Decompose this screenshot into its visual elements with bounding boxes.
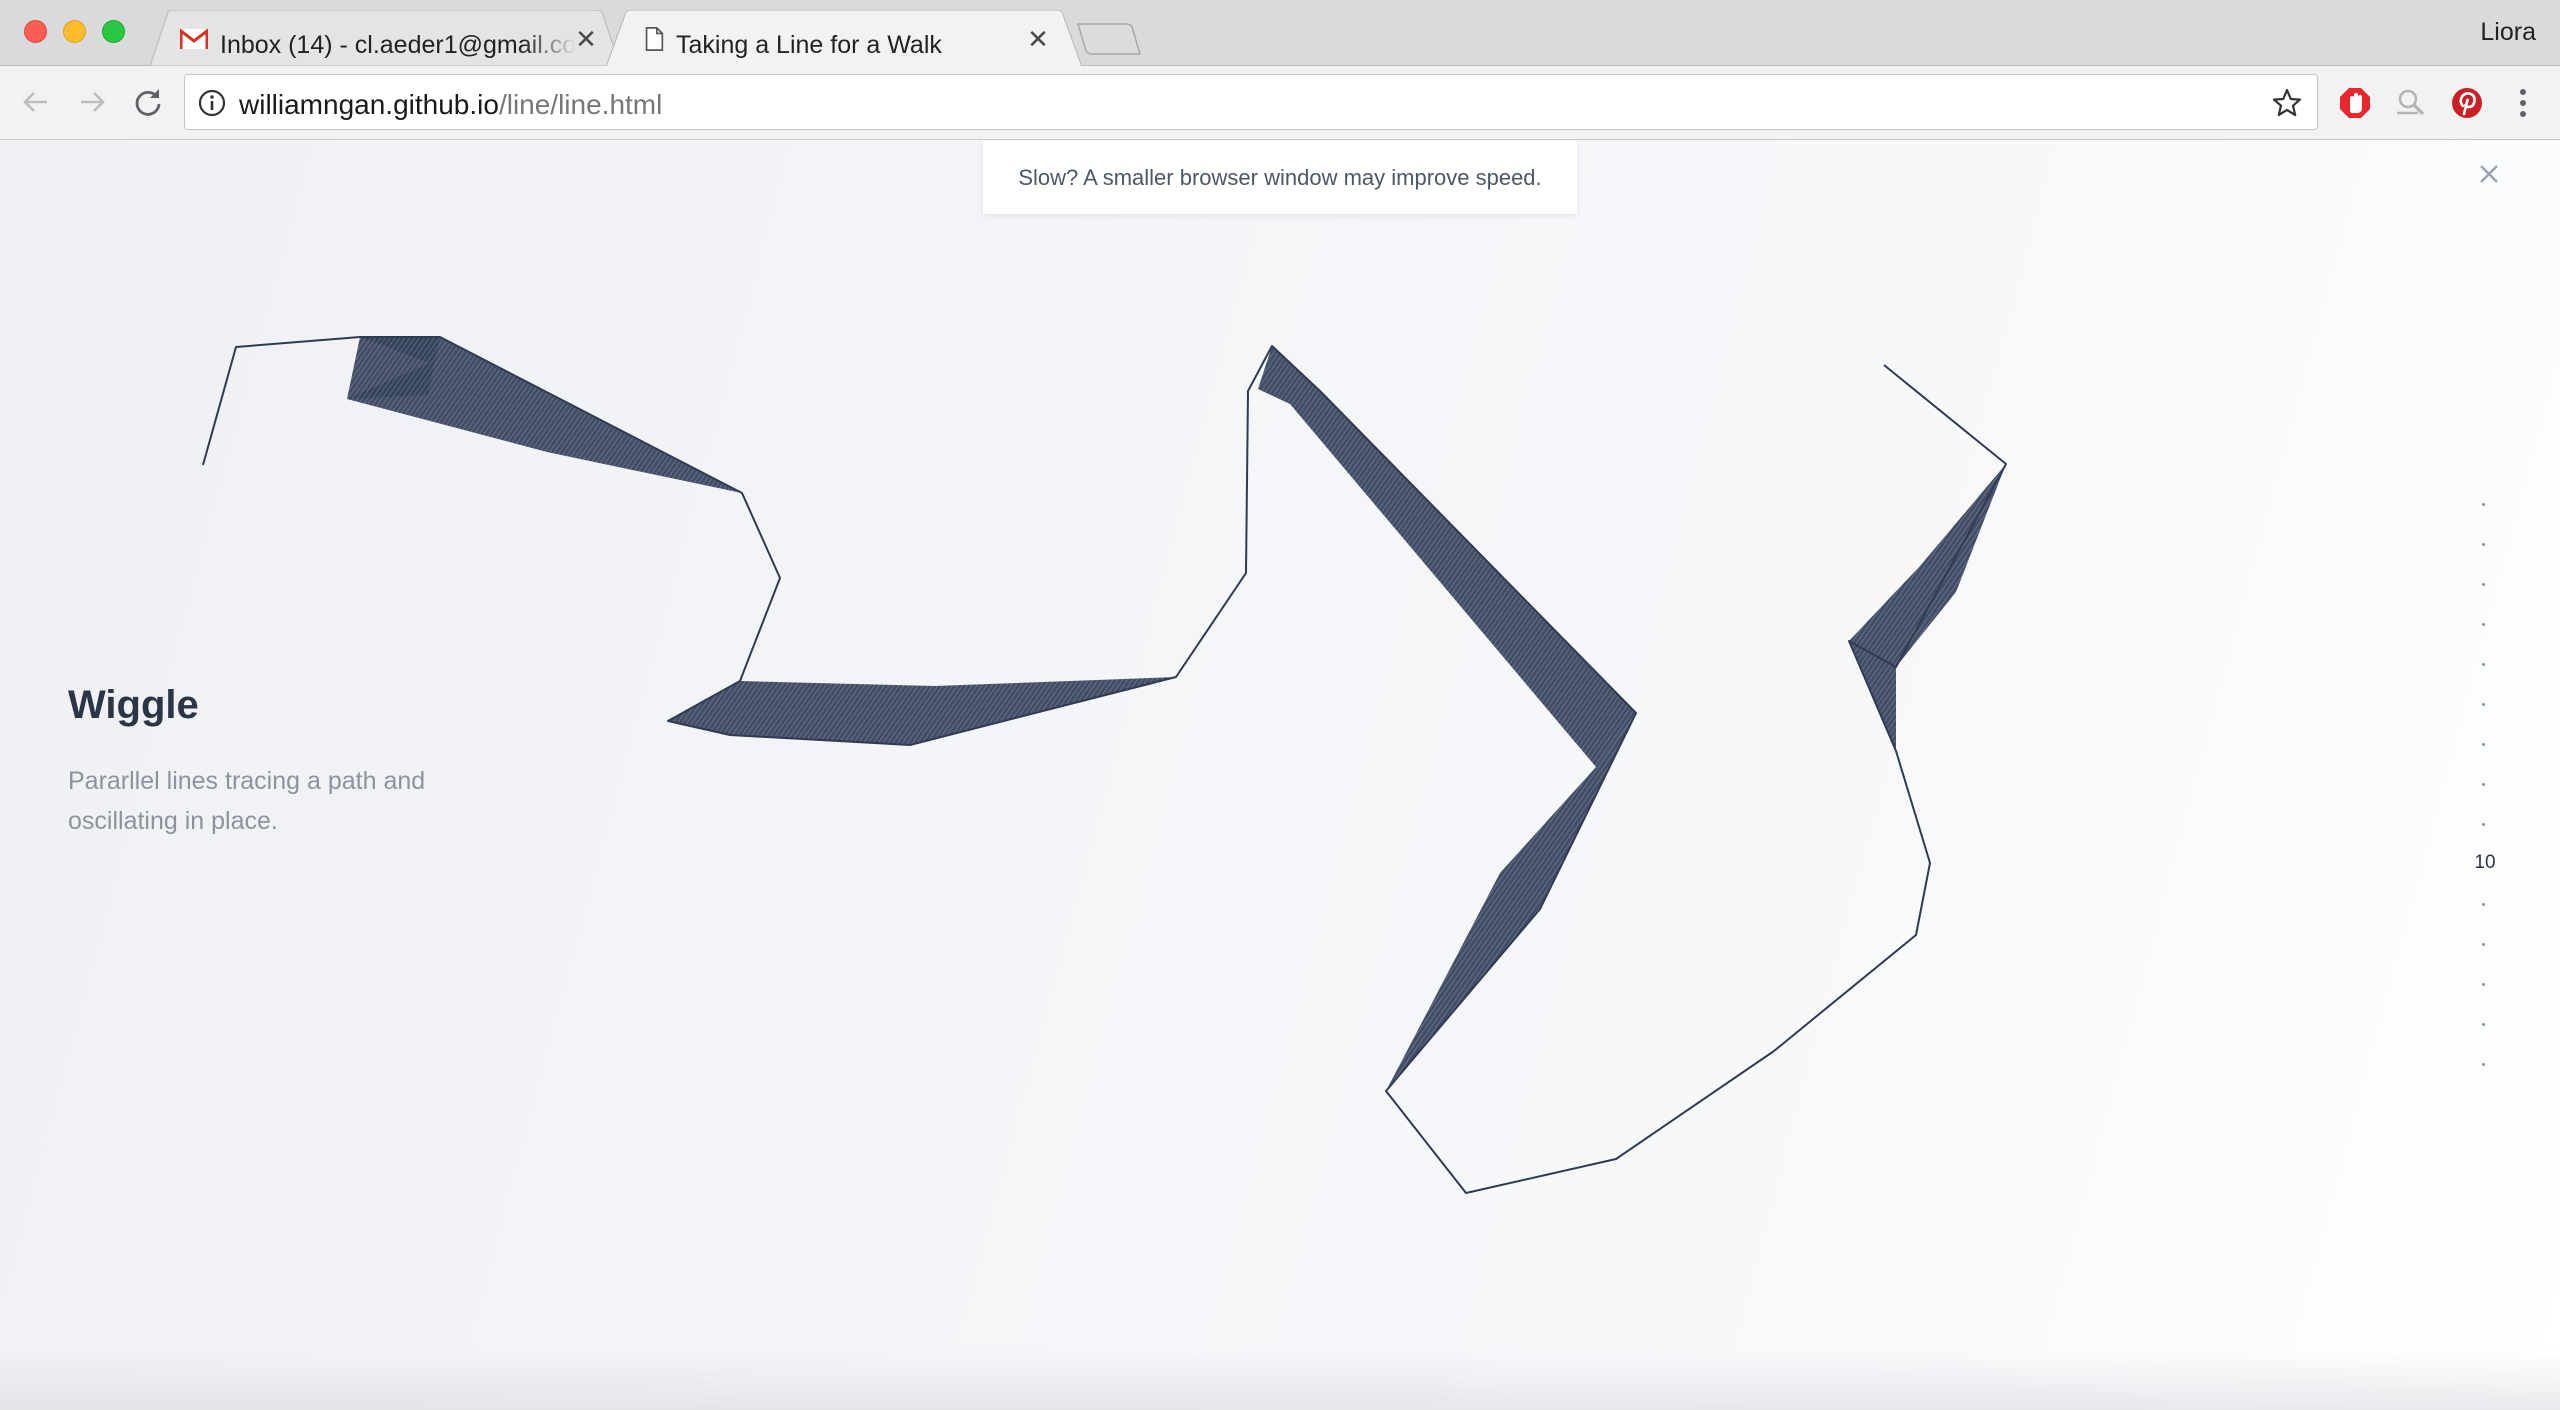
dial-dot[interactable] (2482, 743, 2485, 746)
performance-notice: Slow? A smaller browser window may impro… (983, 141, 1577, 214)
tab-close-icon[interactable]: ✕ (574, 26, 598, 52)
maximize-window-button[interactable] (102, 20, 125, 43)
dial-dot[interactable] (2482, 1063, 2485, 1066)
tab-title: Taking a Line for a Walk (676, 31, 942, 59)
line-band (347, 337, 440, 399)
demo-selector[interactable]: 10 (2460, 503, 2510, 1243)
line-band (1258, 346, 1636, 767)
url-text: williamngan.github.io/line/line.html (239, 89, 662, 121)
tab-gmail-inbox[interactable]: Inbox (14) - cl.aeder1@gmail.com ✕ (150, 10, 620, 66)
bottom-shadow (0, 1350, 2560, 1410)
more-vertical-icon (2520, 89, 2526, 117)
browser-toolbar: williamngan.github.io/line/line.html (0, 66, 2560, 140)
back-button[interactable] (14, 80, 58, 124)
pinterest-extension-button[interactable] (2448, 84, 2486, 122)
dial-dot[interactable] (2482, 943, 2485, 946)
close-window-button[interactable] (24, 20, 47, 43)
reload-button[interactable] (126, 80, 170, 124)
dial-dot[interactable] (2482, 823, 2485, 826)
url-domain: williamngan.github.io (239, 89, 499, 120)
dial-dot[interactable] (2482, 1023, 2485, 1026)
arrow-right-icon (81, 92, 105, 112)
dial-dot[interactable] (2482, 983, 2485, 986)
close-icon[interactable] (2474, 159, 2504, 189)
adblock-icon (2340, 88, 2370, 118)
demo-index: 10 (2474, 852, 2496, 873)
address-bar[interactable]: williamngan.github.io/line/line.html (184, 74, 2318, 130)
adblock-extension-button[interactable] (2336, 84, 2374, 122)
bookmark-star-icon[interactable] (2271, 87, 2303, 119)
page-icon (645, 27, 664, 51)
line-band (1386, 713, 1636, 1091)
dial-dot[interactable] (2482, 503, 2485, 506)
reload-icon (135, 89, 161, 116)
dial-dot[interactable] (2482, 663, 2485, 666)
url-path: /line/line.html (498, 89, 663, 120)
tab-close-icon[interactable]: ✕ (1026, 26, 1050, 52)
dial-dot[interactable] (2482, 703, 2485, 706)
profile-name[interactable]: Liora (2480, 18, 2536, 47)
new-tab-button[interactable] (1074, 22, 1144, 56)
dial-dot[interactable] (2482, 783, 2485, 786)
dial-dot[interactable] (2482, 623, 2485, 626)
tab-strip: Inbox (14) - cl.aeder1@gmail.com ✕ Takin… (0, 0, 2560, 67)
pinterest-icon (2452, 88, 2482, 118)
demo-description: Pararllel lines tracing a path and oscil… (68, 767, 426, 835)
notice-text: Slow? A smaller browser window may impro… (1018, 164, 1542, 190)
dial-dot[interactable] (2482, 543, 2485, 546)
gmail-icon (180, 28, 208, 49)
arrow-left-icon (23, 92, 47, 112)
search-extension-button[interactable] (2392, 84, 2430, 122)
chrome-menu-button[interactable] (2504, 84, 2542, 122)
page-viewport[interactable]: Slow? A smaller browser window may impro… (0, 141, 2560, 1410)
demo-title: Wiggle (68, 683, 199, 727)
info-icon[interactable] (197, 88, 227, 118)
forward-button[interactable] (70, 80, 114, 124)
tab-taking-a-line-for-a-walk[interactable]: Taking a Line for a Walk ✕ (606, 10, 1082, 67)
tab-title: Inbox (14) - cl.aeder1@gmail.com (220, 31, 576, 59)
minimize-window-button[interactable] (63, 20, 86, 43)
dial-dot[interactable] (2482, 903, 2485, 906)
dial-dot[interactable] (2482, 583, 2485, 586)
magnifier-icon (2397, 89, 2425, 116)
